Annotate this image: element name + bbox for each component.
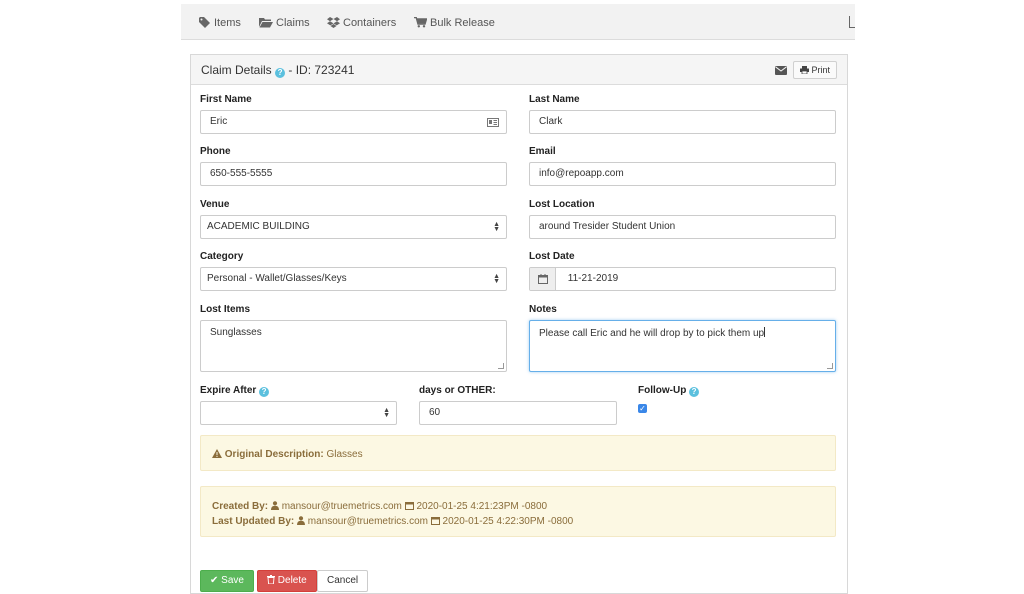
follow-up-label: Follow-Up ? [638, 385, 700, 397]
help-icon[interactable]: ? [689, 387, 700, 397]
phone-label: Phone [200, 146, 231, 157]
created-by-time: 2020-01-25 4:21:23PM -0800 [416, 501, 548, 512]
updated-by-time: 2020-01-25 4:22:30PM -0800 [442, 516, 574, 527]
header-tools: Print [774, 61, 837, 79]
panel-header: Claim Details ? - ID: 723241 Print [191, 55, 847, 85]
chart-icon[interactable] [849, 16, 855, 28]
first-name-field[interactable]: Eric [200, 110, 507, 134]
venue-value: ACADEMIC BUILDING [207, 221, 310, 232]
first-name-label: First Name [200, 94, 252, 105]
email-label: Email [529, 146, 556, 157]
nav-item-items[interactable]: Items [199, 15, 241, 31]
lost-items-value: Sunglasses [210, 327, 262, 338]
follow-up-checkbox[interactable]: ✓ [638, 404, 647, 413]
delete-label: Delete [277, 575, 307, 586]
dropbox-icon [327, 17, 340, 28]
last-name-field[interactable]: Clark [529, 110, 836, 134]
email-field[interactable]: info@repoapp.com [529, 162, 836, 186]
resize-handle-icon[interactable] [827, 363, 833, 369]
lost-location-value: around Tresider Student Union [539, 221, 676, 232]
expire-after-label: Expire After ? [200, 385, 270, 397]
trash-icon [267, 575, 275, 585]
created-by-label: Created By: [212, 501, 269, 512]
select-arrows-icon: ▲ ▼ [493, 273, 500, 285]
calendar-addon [530, 268, 556, 290]
lost-location-label: Lost Location [529, 199, 595, 210]
calendar-icon [430, 517, 440, 525]
delete-button[interactable]: Delete [257, 570, 317, 592]
last-name-label: Last Name [529, 94, 580, 105]
text-cursor [764, 327, 766, 337]
days-other-field[interactable]: 60 [419, 401, 617, 425]
print-icon [799, 66, 809, 75]
select-arrows-icon: ▲ ▼ [493, 221, 500, 233]
cancel-label: Cancel [327, 575, 359, 586]
contact-card-icon [487, 118, 499, 127]
notes-textarea[interactable]: Please call Eric and he will drop by to … [529, 320, 836, 372]
nav-item-claims[interactable]: Claims [259, 15, 310, 31]
user-icon [297, 516, 306, 525]
original-description-label: Original Description: [224, 449, 324, 460]
category-label: Category [200, 251, 244, 262]
lost-items-textarea[interactable]: Sunglasses [200, 320, 507, 372]
nav-item-bulk-release[interactable]: Bulk Release [414, 15, 495, 31]
nav-item-label: Items [214, 17, 241, 29]
lost-location-field[interactable]: around Tresider Student Union [529, 215, 836, 239]
warning-icon [212, 449, 222, 458]
nav-item-label: Bulk Release [430, 17, 495, 29]
select-arrows-icon: ▲ ▼ [383, 407, 390, 419]
print-button[interactable]: Print [792, 61, 837, 79]
print-label: Print [811, 65, 830, 75]
claim-id: - ID: 723241 [288, 63, 355, 77]
venue-label: Venue [200, 199, 230, 210]
panel-title-text: Claim Details [201, 63, 272, 77]
phone-value: 650-555-5555 [210, 168, 273, 179]
calendar-icon [404, 502, 414, 510]
created-by-user: mansour@truemetrics.com [281, 501, 402, 512]
page-title: Claim Details ? - ID: 723241 [201, 63, 354, 78]
help-icon[interactable]: ? [275, 68, 286, 78]
original-description-alert: Original Description: Glasses [200, 435, 836, 471]
check-icon: ✔ [210, 575, 219, 586]
updated-by-user: mansour@truemetrics.com [307, 516, 428, 527]
follow-up-text: Follow-Up [638, 385, 687, 396]
expire-after-select[interactable]: ▲ ▼ [200, 401, 397, 425]
envelope-icon[interactable] [774, 65, 787, 75]
calendar-icon [537, 274, 548, 284]
phone-field[interactable]: 650-555-5555 [200, 162, 507, 186]
audit-info: Created By: mansour@truemetrics.com 2020… [200, 486, 836, 537]
category-select[interactable]: Personal - Wallet/Glasses/Keys ▲ ▼ [200, 267, 507, 291]
days-other-value: 60 [429, 407, 441, 418]
nav-item-label: Containers [343, 17, 397, 29]
email-value: info@repoapp.com [539, 168, 624, 179]
lost-date-label: Lost Date [529, 251, 575, 262]
lost-date-value: 11-21-2019 [567, 273, 619, 284]
original-description-value: Glasses [326, 449, 363, 460]
folder-open-icon [259, 18, 273, 28]
expire-after-text: Expire After [200, 385, 257, 396]
resize-handle-icon[interactable] [498, 363, 504, 369]
notes-value: Please call Eric and he will drop by to … [539, 328, 765, 339]
nav-item-label: Claims [276, 17, 310, 29]
top-nav: Items Claims Containers Bulk Release [181, 4, 855, 40]
tag-icon [199, 17, 210, 28]
first-name-value: Eric [210, 116, 228, 127]
lost-items-label: Lost Items [200, 304, 251, 315]
help-icon[interactable]: ? [259, 387, 270, 397]
lost-date-field[interactable]: 11-21-2019 [529, 267, 836, 291]
venue-select[interactable]: ACADEMIC BUILDING ▲ ▼ [200, 215, 507, 239]
cart-icon [414, 16, 428, 28]
save-button[interactable]: ✔ Save [200, 570, 254, 592]
notes-label: Notes [529, 304, 557, 315]
days-other-label: days or OTHER: [419, 385, 496, 396]
last-name-value: Clark [539, 116, 563, 127]
updated-by-row: Last Updated By: mansour@truemetrics.com… [212, 514, 835, 529]
save-label: Save [221, 575, 244, 586]
updated-by-label: Last Updated By: [212, 516, 295, 527]
user-icon [270, 501, 279, 510]
category-value: Personal - Wallet/Glasses/Keys [207, 273, 347, 284]
cancel-button[interactable]: Cancel [317, 570, 369, 592]
nav-item-containers[interactable]: Containers [327, 15, 396, 31]
created-by-row: Created By: mansour@truemetrics.com 2020… [212, 499, 835, 514]
